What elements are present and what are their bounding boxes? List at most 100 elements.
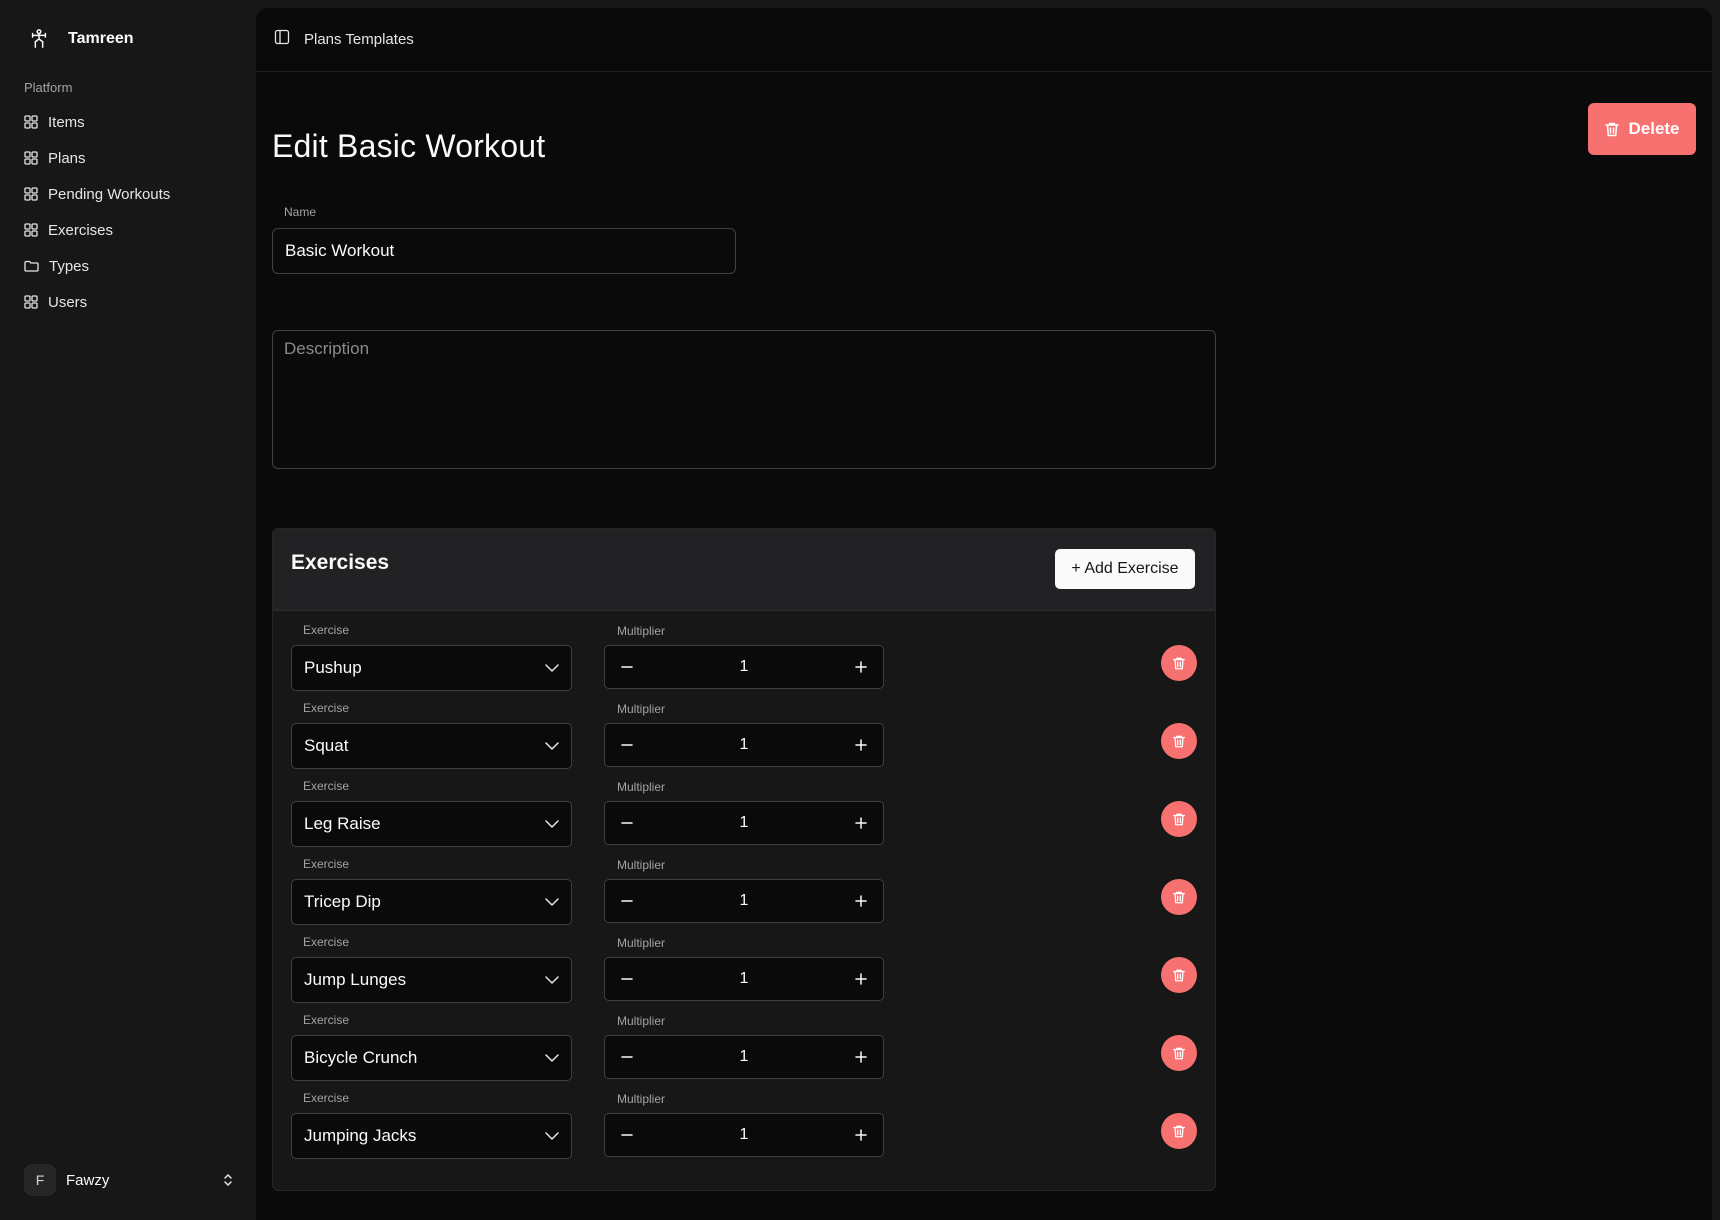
multiplier-value[interactable]: 1 — [740, 814, 749, 832]
multiplier-label: Multiplier — [617, 936, 666, 950]
add-exercise-button[interactable]: + Add Exercise — [1055, 549, 1195, 589]
multiplier-stepper: 1 — [604, 1113, 884, 1157]
exercise-select[interactable]: Jumping Jacks — [291, 1113, 572, 1159]
chevron-down-icon — [545, 1054, 559, 1062]
exercise-label: Exercise — [303, 1091, 350, 1105]
increment-button[interactable] — [847, 653, 875, 681]
sidebar-item-label: Types — [49, 257, 90, 275]
brand[interactable]: Tamreen — [26, 26, 134, 52]
grid-icon — [24, 187, 38, 201]
delete-button[interactable]: Delete — [1588, 103, 1696, 155]
plus-icon — [855, 739, 867, 751]
exercise-label: Exercise — [303, 701, 350, 715]
exercise-row: Exercise Multiplier Tricep Dip 1 — [273, 845, 1215, 925]
plus-icon — [855, 1129, 867, 1141]
multiplier-label: Multiplier — [617, 1092, 666, 1106]
remove-exercise-button[interactable] — [1161, 879, 1197, 915]
remove-exercise-button[interactable] — [1161, 1113, 1197, 1149]
sidebar-item-exercises[interactable]: Exercises — [24, 212, 240, 248]
minus-icon — [621, 822, 633, 824]
plus-icon — [855, 817, 867, 829]
name-label: Name — [284, 205, 317, 219]
exercises-card-header: Exercises + Add Exercise — [273, 529, 1215, 611]
exercise-select[interactable]: Leg Raise — [291, 801, 572, 847]
sidebar-item-users[interactable]: Users — [24, 284, 240, 320]
exercise-select[interactable]: Bicycle Crunch — [291, 1035, 572, 1081]
multiplier-label: Multiplier — [617, 1014, 666, 1028]
remove-exercise-button[interactable] — [1161, 1035, 1197, 1071]
exercises-card: Exercises + Add Exercise Exercise Multip… — [272, 528, 1216, 1191]
exercise-select-value: Pushup — [304, 658, 362, 677]
multiplier-stepper: 1 — [604, 957, 884, 1001]
minus-icon — [621, 900, 633, 902]
exercise-select[interactable]: Tricep Dip — [291, 879, 572, 925]
exercise-select-value: Squat — [304, 736, 349, 755]
trash-icon — [1173, 813, 1185, 825]
multiplier-value[interactable]: 1 — [740, 892, 749, 910]
decrement-button[interactable] — [613, 1043, 641, 1071]
exercise-row: Exercise Multiplier Bicycle Crunch 1 — [273, 1001, 1215, 1081]
multiplier-label: Multiplier — [617, 780, 666, 794]
sidebar-item-items[interactable]: Items — [24, 104, 240, 140]
decrement-button[interactable] — [613, 809, 641, 837]
multiplier-stepper: 1 — [604, 645, 884, 689]
remove-exercise-button[interactable] — [1161, 801, 1197, 837]
exercise-label: Exercise — [303, 935, 350, 949]
increment-button[interactable] — [847, 1043, 875, 1071]
remove-exercise-button[interactable] — [1161, 645, 1197, 681]
trash-icon — [1605, 122, 1620, 136]
exercise-label: Exercise — [303, 623, 350, 637]
sidebar-toggle-icon[interactable] — [274, 29, 290, 50]
plus-icon — [855, 895, 867, 907]
exercise-select[interactable]: Jump Lunges — [291, 957, 572, 1003]
minus-icon — [621, 666, 633, 668]
multiplier-value[interactable]: 1 — [740, 1048, 749, 1066]
grid-icon — [24, 295, 38, 309]
trash-icon — [1173, 969, 1185, 981]
sidebar-item-types[interactable]: Types — [24, 248, 240, 284]
delete-button-label: Delete — [1628, 119, 1680, 138]
increment-button[interactable] — [847, 809, 875, 837]
multiplier-value[interactable]: 1 — [740, 736, 749, 754]
name-input[interactable] — [272, 228, 736, 274]
app-name: Tamreen — [68, 30, 134, 47]
decrement-button[interactable] — [613, 653, 641, 681]
chevron-down-icon — [545, 664, 559, 672]
user-menu[interactable]: F Fawzy — [24, 1164, 234, 1196]
multiplier-value[interactable]: 1 — [740, 1126, 749, 1144]
grid-icon — [24, 223, 38, 237]
sidebar-item-label: Exercises — [48, 221, 114, 239]
decrement-button[interactable] — [613, 887, 641, 915]
increment-button[interactable] — [847, 1121, 875, 1149]
multiplier-value[interactable]: 1 — [740, 658, 749, 676]
grid-icon — [24, 115, 38, 129]
sidebar-item-label: Pending Workouts — [48, 185, 171, 203]
exercise-row: Exercise Multiplier Squat 1 — [273, 689, 1215, 769]
exercise-select[interactable]: Pushup — [291, 645, 572, 691]
minus-icon — [621, 978, 633, 980]
decrement-button[interactable] — [613, 965, 641, 993]
dumbbell-logo-icon — [26, 26, 52, 52]
multiplier-stepper: 1 — [604, 879, 884, 923]
sidebar-item-plans[interactable]: Plans — [24, 140, 240, 176]
page-title: Edit Basic Workout — [272, 128, 546, 164]
exercise-select-value: Bicycle Crunch — [304, 1048, 418, 1067]
trash-icon — [1173, 657, 1185, 669]
exercise-select[interactable]: Squat — [291, 723, 572, 769]
decrement-button[interactable] — [613, 1121, 641, 1149]
grid-icon — [24, 151, 38, 165]
decrement-button[interactable] — [613, 731, 641, 759]
remove-exercise-button[interactable] — [1161, 723, 1197, 759]
increment-button[interactable] — [847, 731, 875, 759]
sidebar-item-pending-workouts[interactable]: Pending Workouts — [24, 176, 240, 212]
remove-exercise-button[interactable] — [1161, 957, 1197, 993]
description-field[interactable] — [272, 330, 1216, 469]
chevron-down-icon — [545, 976, 559, 984]
increment-button[interactable] — [847, 965, 875, 993]
increment-button[interactable] — [847, 887, 875, 915]
chevron-down-icon — [545, 898, 559, 906]
multiplier-value[interactable]: 1 — [740, 970, 749, 988]
exercise-select-value: Jumping Jacks — [304, 1126, 417, 1145]
exercise-row: Exercise Multiplier Pushup 1 — [273, 611, 1215, 691]
multiplier-label: Multiplier — [617, 624, 666, 638]
